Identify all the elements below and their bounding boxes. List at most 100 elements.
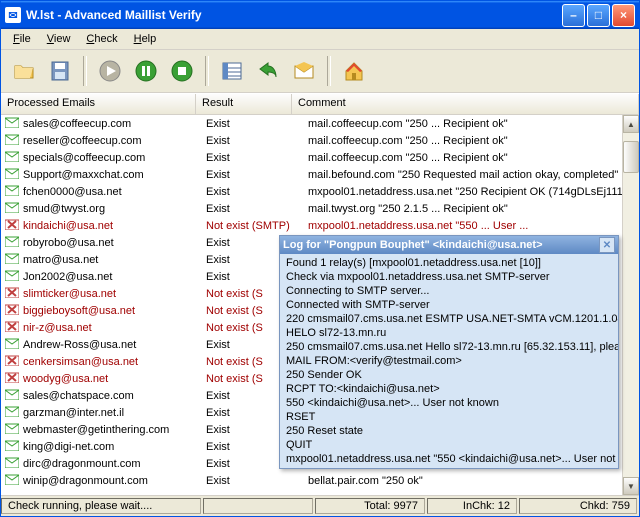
mail-ok-icon (5, 151, 19, 165)
email-cell: winip@dragonmount.com (23, 475, 148, 487)
pause-button[interactable] (129, 54, 163, 88)
play-button[interactable] (93, 54, 127, 88)
table-row[interactable]: sales@coffeecup.comExistmail.coffeecup.c… (1, 115, 639, 132)
log-line: 250 Reset state (286, 424, 612, 438)
mail-ok-icon (5, 253, 19, 267)
window-title: W.lst - Advanced Maillist Verify (26, 8, 562, 22)
result-cell: Exist (200, 118, 302, 130)
vertical-scrollbar[interactable]: ▲ ▼ (622, 115, 639, 495)
column-headers: Processed Emails Result Comment (1, 93, 639, 115)
app-icon: ✉ (5, 7, 21, 23)
close-button[interactable]: × (612, 4, 635, 27)
mail-ok-icon (5, 202, 19, 216)
result-cell: Exist (200, 203, 302, 215)
table-row[interactable]: Support@maxxchat.comExistmail.befound.co… (1, 166, 639, 183)
list-button[interactable] (215, 54, 249, 88)
scroll-down-button[interactable]: ▼ (623, 477, 639, 495)
stop-button[interactable] (165, 54, 199, 88)
menu-help[interactable]: Help (126, 31, 165, 47)
scroll-thumb[interactable] (623, 141, 639, 173)
menu-view[interactable]: View (39, 31, 79, 47)
title-bar[interactable]: ✉ W.lst - Advanced Maillist Verify – □ × (1, 1, 639, 29)
log-line: QUIT (286, 438, 612, 452)
mail-ok-icon (5, 338, 19, 352)
mail-button[interactable] (287, 54, 321, 88)
mail-bad-icon (5, 321, 19, 335)
mail-ok-icon (5, 440, 19, 454)
menu-file[interactable]: File (5, 31, 39, 47)
email-cell: biggieboysoft@usa.net (23, 305, 135, 317)
log-line: MAIL FROM:<verify@testmail.com> (286, 354, 612, 368)
log-popup: Log for "Pongpun Bouphet" <kindaichi@usa… (279, 235, 619, 469)
scroll-up-button[interactable]: ▲ (623, 115, 639, 133)
email-cell: reseller@coffeecup.com (23, 135, 142, 147)
log-line: 550 <kindaichi@usa.net>... User not know… (286, 396, 612, 410)
log-line: RCPT TO:<kindaichi@usa.net> (286, 382, 612, 396)
mail-ok-icon (5, 270, 19, 284)
status-total: Total: 9977 (315, 498, 425, 514)
reply-button[interactable] (251, 54, 285, 88)
comment-cell: mail.coffeecup.com "250 ... Recipient ok… (302, 152, 639, 164)
log-line: RSET (286, 410, 612, 424)
status-progress (203, 498, 313, 514)
mail-ok-icon (5, 406, 19, 420)
result-cell: Exist (200, 475, 302, 487)
email-cell: matro@usa.net (23, 254, 98, 266)
table-row[interactable]: reseller@coffeecup.comExistmail.coffeecu… (1, 132, 639, 149)
email-cell: Jon2002@usa.net (23, 271, 112, 283)
comment-cell: mxpool01.netaddress.usa.net "250 Recipie… (302, 186, 639, 198)
email-list[interactable]: sales@coffeecup.comExistmail.coffeecup.c… (1, 115, 639, 495)
result-cell: Exist (200, 169, 302, 181)
header-result[interactable]: Result (196, 94, 292, 114)
mail-ok-icon (5, 457, 19, 471)
log-popup-header[interactable]: Log for "Pongpun Bouphet" <kindaichi@usa… (280, 236, 618, 254)
table-row[interactable]: kindaichi@usa.netNot exist (SMTP)mxpool0… (1, 217, 639, 234)
mail-ok-icon (5, 389, 19, 403)
email-cell: fchen0000@usa.net (23, 186, 122, 198)
menu-check[interactable]: Check (78, 31, 125, 47)
email-cell: king@digi-net.com (23, 441, 114, 453)
mail-bad-icon (5, 304, 19, 318)
maximize-button[interactable]: □ (587, 4, 610, 27)
table-row[interactable]: winip@dragonmount.comExistbellat.pair.co… (1, 472, 639, 489)
log-close-button[interactable]: ✕ (599, 237, 615, 253)
email-cell: nir-z@usa.net (23, 322, 92, 334)
home-button[interactable] (337, 54, 371, 88)
email-cell: webmaster@getinthering.com (23, 424, 169, 436)
email-cell: woodyg@usa.net (23, 373, 108, 385)
comment-cell: mxpool01.netaddress.usa.net "550 ... Use… (302, 220, 639, 232)
log-line: 250 cmsmail07.cms.usa.net Hello sl72-13.… (286, 340, 612, 354)
status-bar: Check running, please wait.... Total: 99… (1, 495, 639, 516)
log-line: Connected with SMTP-server (286, 298, 612, 312)
header-emails[interactable]: Processed Emails (1, 94, 196, 114)
email-cell: sales@coffeecup.com (23, 118, 131, 130)
save-button[interactable] (43, 54, 77, 88)
mail-ok-icon (5, 185, 19, 199)
log-body: Found 1 relay(s) [mxpool01.netaddress.us… (280, 254, 618, 468)
table-row[interactable]: fchen0000@usa.net Existmxpool01.netaddres… (1, 183, 639, 200)
header-comment[interactable]: Comment (292, 94, 639, 114)
email-cell: sales@chatspace.com (23, 390, 134, 402)
comment-cell: mail.befound.com "250 Requested mail act… (302, 169, 639, 181)
mail-bad-icon (5, 372, 19, 386)
mail-bad-icon (5, 219, 19, 233)
status-chkd: Chkd: 759 (519, 498, 637, 514)
email-cell: robyrobo@usa.net (23, 237, 114, 249)
toolbar (1, 50, 639, 93)
result-cell: Exist (200, 152, 302, 164)
result-cell: Not exist (SMTP) (200, 220, 302, 232)
log-line: Check via mxpool01.netaddress.usa.net SM… (286, 270, 612, 284)
mail-ok-icon (5, 134, 19, 148)
mail-ok-icon (5, 474, 19, 488)
mail-ok-icon (5, 168, 19, 182)
result-cell: Exist (200, 186, 302, 198)
open-button[interactable] (7, 54, 41, 88)
mail-ok-icon (5, 236, 19, 250)
minimize-button[interactable]: – (562, 4, 585, 27)
table-row[interactable]: smud@twyst.orgExistmail.twyst.org "250 2… (1, 200, 639, 217)
table-row[interactable]: specials@coffeecup.com Existmail.coffeecu… (1, 149, 639, 166)
status-text: Check running, please wait.... (1, 498, 201, 514)
log-line: Found 1 relay(s) [mxpool01.netaddress.us… (286, 256, 612, 270)
email-cell: specials@coffeecup.com (23, 152, 145, 164)
menu-bar: File View Check Help (1, 29, 639, 50)
